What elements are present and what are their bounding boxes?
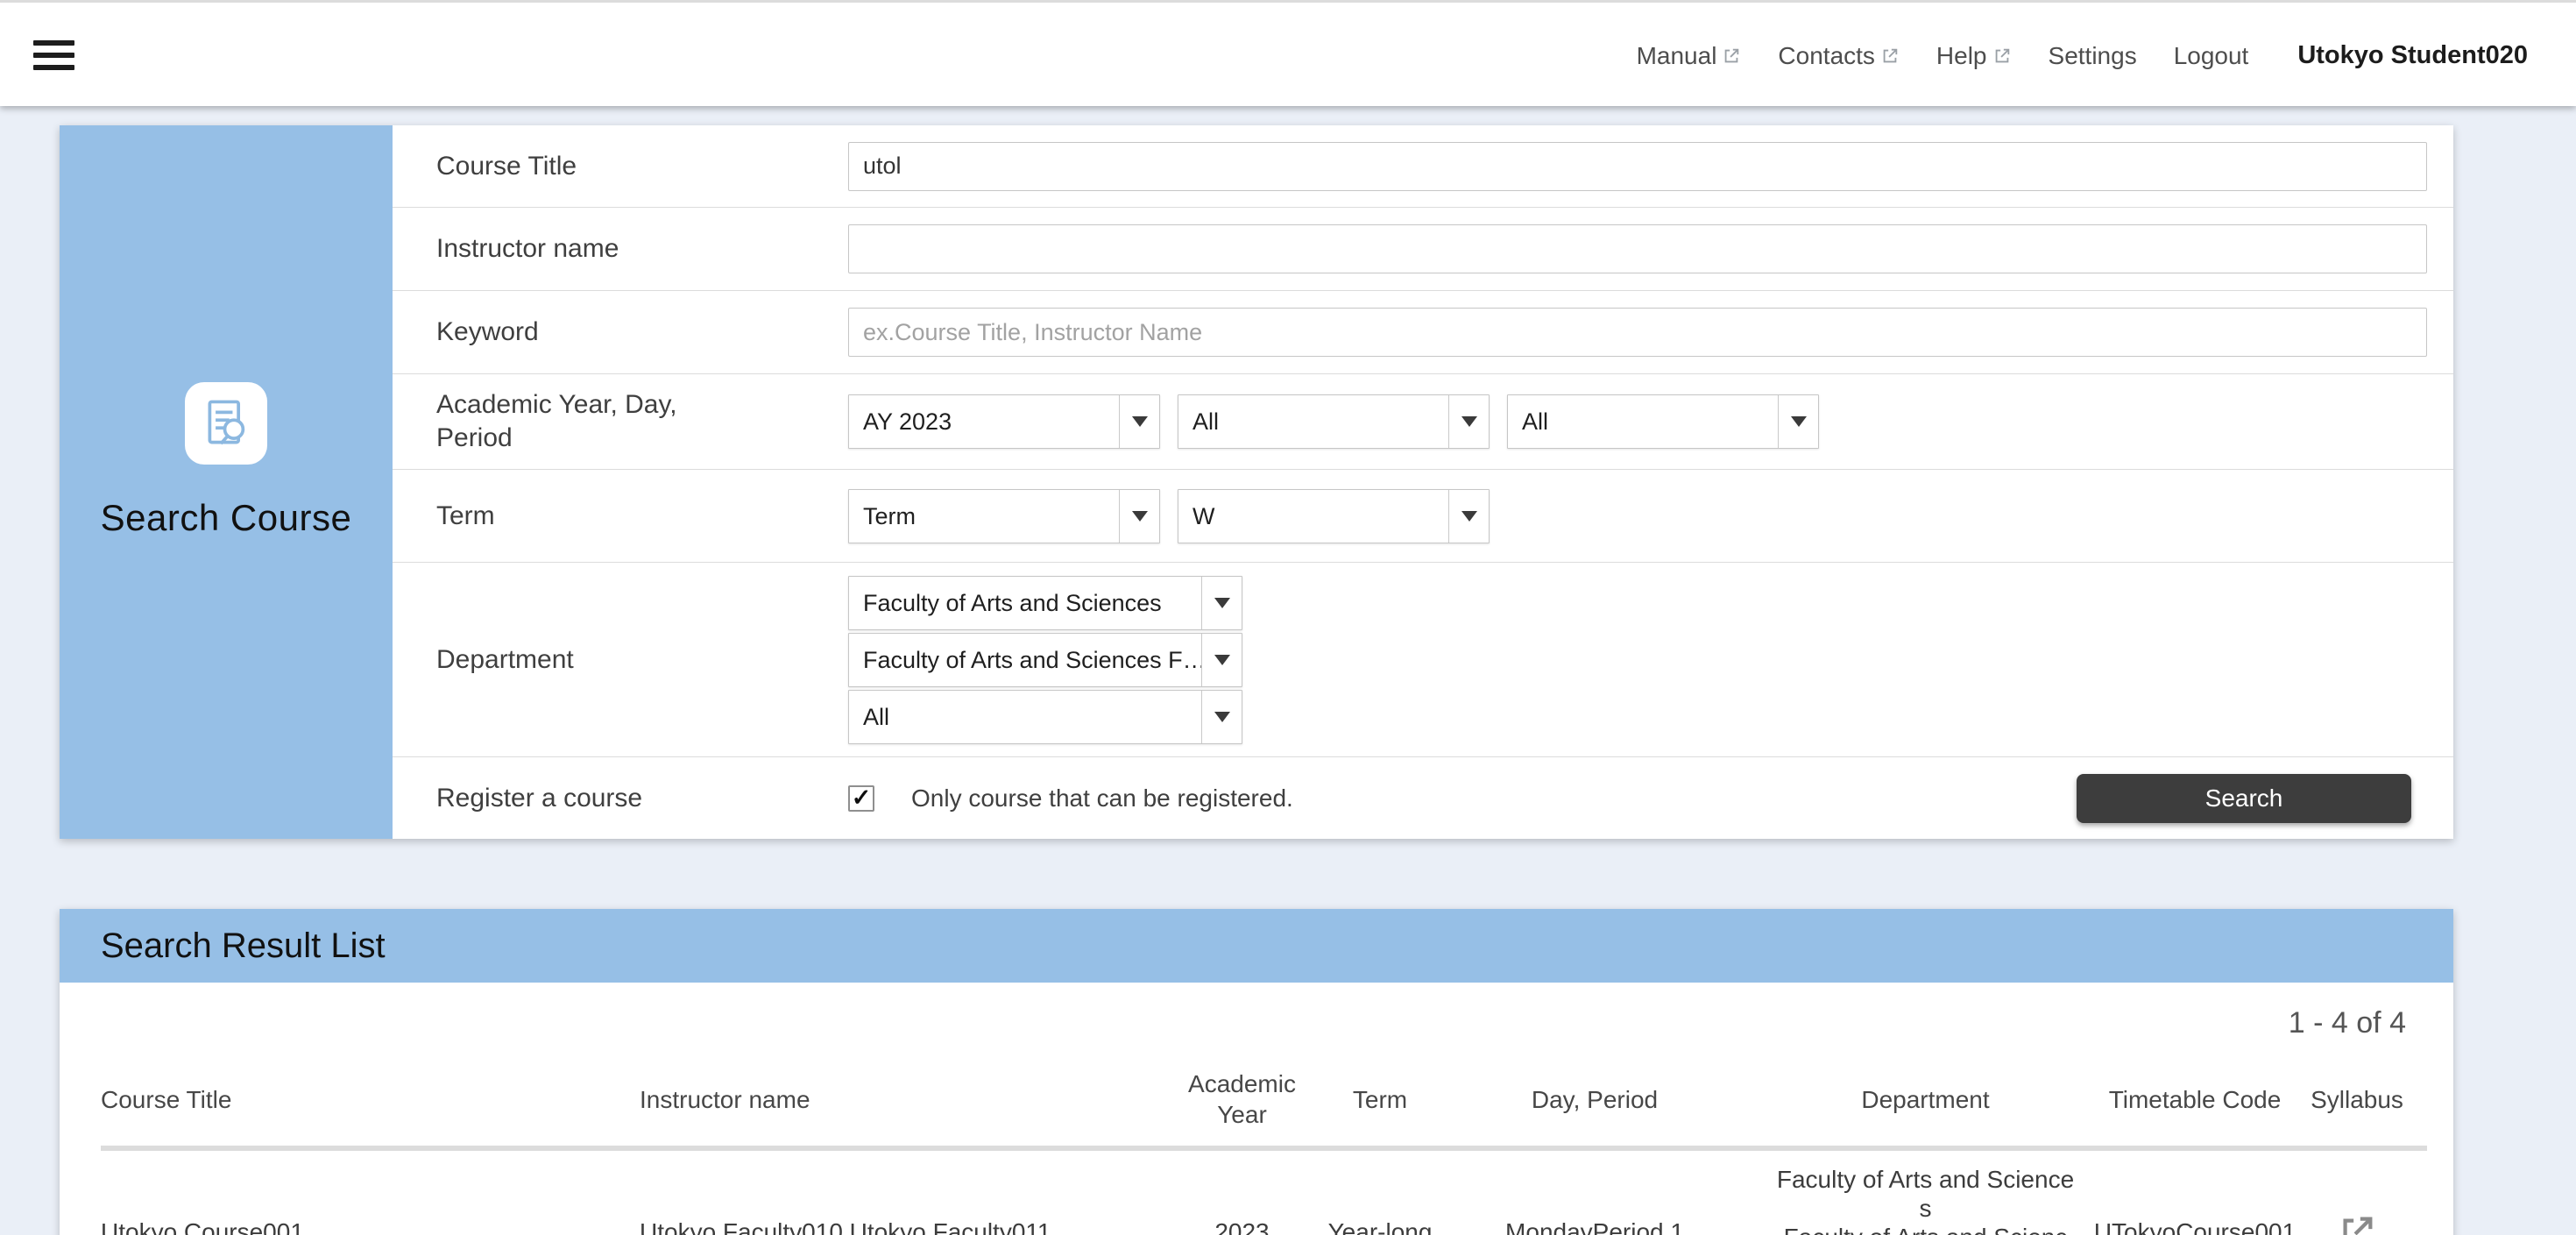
instructor-name-label: Instructor name: [436, 232, 848, 266]
row-instructor-name: Utokyo Faculty010,Utokyo Faculty011: [640, 1151, 1165, 1235]
col-academic-year: Academic Year: [1165, 1053, 1319, 1146]
instructor-name-input[interactable]: [848, 224, 2427, 273]
nav-settings-label: Settings: [2049, 42, 2137, 70]
form-row-department: Department Faculty of Arts and Sciences …: [393, 563, 2453, 757]
form-row-keyword: Keyword: [393, 291, 2453, 374]
row-day-period: MondayPeriod 1: [1441, 1151, 1748, 1235]
search-course-sidebar: Search Course: [60, 125, 393, 839]
top-bar: Manual Contacts Help Settings Logout Uto…: [0, 0, 2576, 106]
keyword-label: Keyword: [436, 316, 848, 349]
nav-help-label: Help: [1936, 42, 1987, 70]
search-result-title: Search Result List: [101, 926, 386, 965]
form-row-course-title: Course Title: [393, 125, 2453, 208]
department-level3-select[interactable]: All: [848, 690, 1242, 744]
nav-logout-label: Logout: [2174, 42, 2249, 70]
registerable-only-checkbox[interactable]: ✓: [848, 785, 874, 812]
chevron-down-icon: [1119, 490, 1159, 543]
course-title-label: Course Title: [436, 150, 848, 183]
nav-manual-label: Manual: [1637, 42, 1717, 70]
external-link-icon: [1992, 46, 2012, 66]
external-link-icon: [1880, 46, 1900, 66]
nav-contacts-label: Contacts: [1778, 42, 1875, 70]
top-nav: Manual Contacts Help Settings Logout Uto…: [1637, 3, 2528, 109]
col-course-title: Course Title: [101, 1053, 640, 1146]
search-course-title: Search Course: [60, 497, 393, 539]
nav-manual[interactable]: Manual: [1637, 42, 1742, 70]
nav-contacts[interactable]: Contacts: [1778, 42, 1900, 70]
day-select[interactable]: All: [1178, 394, 1490, 449]
registerable-only-label: Only course that can be registered.: [911, 784, 1293, 813]
period-select[interactable]: All: [1507, 394, 1819, 449]
col-day-period: Day, Period: [1441, 1053, 1748, 1146]
search-form: Course Title Instructor name Keyword Aca…: [393, 125, 2453, 839]
department-level1-select[interactable]: Faculty of Arts and Sciences: [848, 576, 1242, 630]
course-search-icon: [185, 382, 267, 465]
course-title-input[interactable]: [848, 142, 2427, 191]
row-course-title[interactable]: Utokyo Course001: [101, 1151, 640, 1235]
col-timetable-code: Timetable Code: [2103, 1053, 2287, 1146]
col-syllabus: Syllabus: [2287, 1053, 2427, 1146]
ay-day-period-label: Academic Year, Day, Period: [436, 388, 848, 455]
department-label: Department: [436, 643, 848, 677]
academic-year-select[interactable]: AY 2023: [848, 394, 1160, 449]
term-label: Term: [436, 500, 848, 533]
external-link-icon: [1722, 46, 1741, 66]
search-course-panel: Search Course Course Title Instructor na…: [60, 125, 2453, 839]
chevron-down-icon: [1201, 577, 1242, 629]
row-timetable-code: UTokyoCourse001: [2103, 1151, 2287, 1235]
result-count: 1 - 4 of 4: [101, 1005, 2406, 1040]
chevron-down-icon: [1448, 395, 1489, 448]
form-row-ay-day-period: Academic Year, Day, Period AY 2023 All A…: [393, 374, 2453, 470]
search-result-panel: Search Result List 1 - 4 of 4 Course Tit…: [60, 909, 2453, 1235]
keyword-input[interactable]: [848, 308, 2427, 357]
hamburger-menu-icon[interactable]: [33, 34, 75, 76]
nav-settings[interactable]: Settings: [2049, 42, 2137, 70]
table-row: Utokyo Course001 Utokyo Faculty010,Utoky…: [101, 1151, 2427, 1235]
chevron-down-icon: [1119, 395, 1159, 448]
term-value-select[interactable]: W: [1178, 489, 1490, 543]
department-level2-select[interactable]: Faculty of Arts and Sciences F…: [848, 633, 1242, 687]
search-result-body: 1 - 4 of 4 Course Title Instructor name …: [60, 1005, 2453, 1235]
chevron-down-icon: [1201, 634, 1242, 686]
chevron-down-icon: [1448, 490, 1489, 543]
user-name: Utokyo Student020: [2297, 41, 2528, 70]
row-department: Faculty of Arts and Sciences Faculty of …: [1748, 1151, 2103, 1235]
nav-help[interactable]: Help: [1936, 42, 2012, 70]
col-term: Term: [1319, 1053, 1441, 1146]
search-button[interactable]: Search: [2077, 774, 2411, 823]
col-instructor-name: Instructor name: [640, 1053, 1165, 1146]
term-type-select[interactable]: Term: [848, 489, 1160, 543]
nav-logout[interactable]: Logout: [2174, 42, 2249, 70]
col-department: Department: [1748, 1053, 2103, 1146]
form-row-instructor: Instructor name: [393, 208, 2453, 291]
chevron-down-icon: [1201, 691, 1242, 743]
result-table-header: Course Title Instructor name Academic Ye…: [101, 1053, 2427, 1151]
search-result-header: Search Result List: [60, 909, 2453, 983]
register-course-label: Register a course: [436, 782, 848, 815]
form-row-term: Term Term W: [393, 470, 2453, 563]
form-row-register: Register a course ✓ Only course that can…: [393, 757, 2453, 839]
row-academic-year: 2023: [1165, 1151, 1319, 1235]
chevron-down-icon: [1778, 395, 1818, 448]
syllabus-external-link-icon[interactable]: [2287, 1151, 2427, 1235]
row-term: Year-long: [1319, 1151, 1441, 1235]
